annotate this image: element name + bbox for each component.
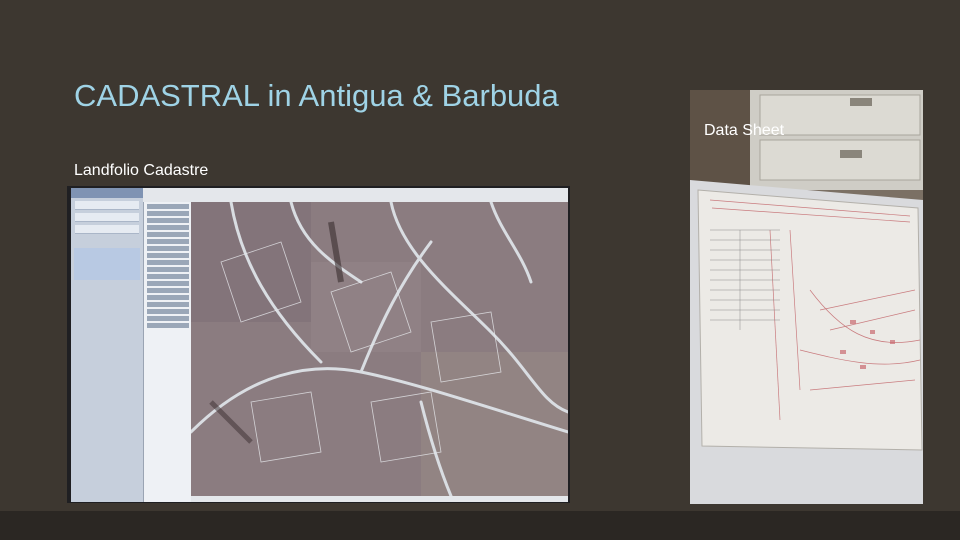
landfolio-caption: Landfolio Cadastre	[74, 162, 209, 179]
footer-band	[0, 511, 960, 540]
slide-title: CADASTRAL in Antigua & Barbuda	[74, 78, 559, 113]
status-bar	[191, 496, 568, 502]
landfolio-screenshot-photo	[67, 186, 570, 503]
monitor-screen	[71, 188, 568, 502]
aerial-map-image	[191, 202, 568, 496]
navigation-panel	[71, 188, 143, 502]
map-toolbar	[143, 188, 568, 203]
data-sheet-image	[690, 90, 923, 504]
aerial-map-view	[191, 202, 568, 496]
data-sheet-photo	[690, 90, 923, 504]
layer-list-panel	[143, 202, 192, 502]
data-sheet-caption: Data Sheet	[704, 122, 785, 139]
